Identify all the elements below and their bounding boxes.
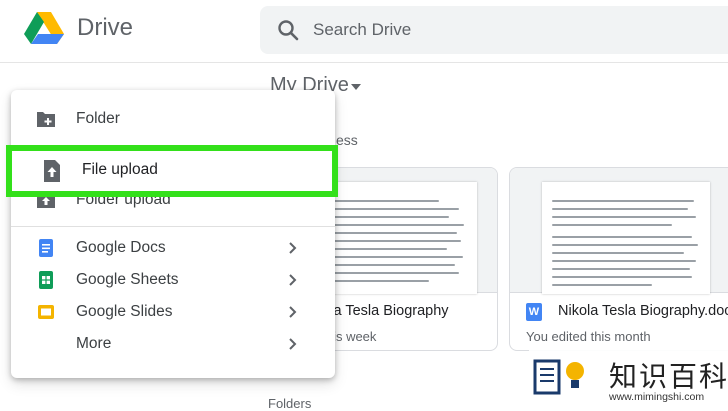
google-docs-icon bbox=[39, 239, 53, 257]
search-icon[interactable] bbox=[276, 18, 300, 42]
top-bar: Drive Search Drive bbox=[0, 0, 728, 63]
file-thumbnail bbox=[510, 168, 728, 294]
menu-item-label: Google Docs bbox=[76, 239, 166, 256]
watermark-title: 知识百科 bbox=[609, 361, 728, 392]
file-upload-icon bbox=[44, 160, 60, 182]
file-name: Nikola Tesla Biography.docx bbox=[558, 303, 728, 319]
watermark-url: www.mimingshi.com bbox=[609, 391, 705, 403]
menu-item-more[interactable]: More bbox=[11, 328, 335, 360]
folder-plus-icon bbox=[37, 112, 55, 127]
menu-item-folder[interactable]: Folder bbox=[11, 103, 335, 135]
menu-item-label: Google Slides bbox=[76, 303, 173, 320]
app-title: Drive bbox=[77, 14, 134, 41]
google-slides-icon bbox=[38, 305, 54, 319]
watermark: 知识百科 www.mimingshi.com bbox=[529, 347, 728, 408]
menu-item-label: Google Sheets bbox=[76, 271, 179, 288]
menu-item-file-upload[interactable]: File upload bbox=[6, 145, 338, 197]
menu-item-label: Folder bbox=[76, 110, 120, 127]
new-menu: Folder Folder upload Google Docs Google … bbox=[11, 90, 335, 378]
chevron-right-icon bbox=[289, 306, 297, 318]
menu-item-google-slides[interactable]: Google Slides bbox=[11, 296, 335, 328]
menu-item-google-sheets[interactable]: Google Sheets bbox=[11, 264, 335, 296]
chevron-right-icon bbox=[289, 338, 297, 350]
search-input[interactable]: Search Drive bbox=[313, 20, 411, 40]
chevron-right-icon bbox=[289, 274, 297, 286]
word-file-icon: W bbox=[526, 303, 542, 321]
search-bar[interactable]: Search Drive bbox=[260, 6, 728, 54]
book-lightbulb-logo-icon bbox=[533, 359, 584, 395]
file-card[interactable]: W Nikola Tesla Biography.docx You edited… bbox=[509, 167, 728, 351]
google-sheets-icon bbox=[39, 271, 53, 289]
menu-divider bbox=[11, 226, 335, 227]
drive-logo-icon[interactable] bbox=[24, 10, 64, 46]
quick-access-label: ess bbox=[336, 132, 358, 148]
caret-down-icon[interactable] bbox=[351, 84, 361, 90]
folders-label: Folders bbox=[268, 396, 312, 411]
menu-item-label: More bbox=[76, 335, 112, 352]
chevron-right-icon bbox=[289, 242, 297, 254]
document-preview bbox=[542, 182, 710, 294]
file-name: kola Tesla Biography bbox=[315, 303, 449, 319]
menu-item-google-docs[interactable]: Google Docs bbox=[11, 232, 335, 264]
menu-item-label: File upload bbox=[82, 161, 158, 178]
file-activity: You edited this month bbox=[526, 329, 651, 344]
